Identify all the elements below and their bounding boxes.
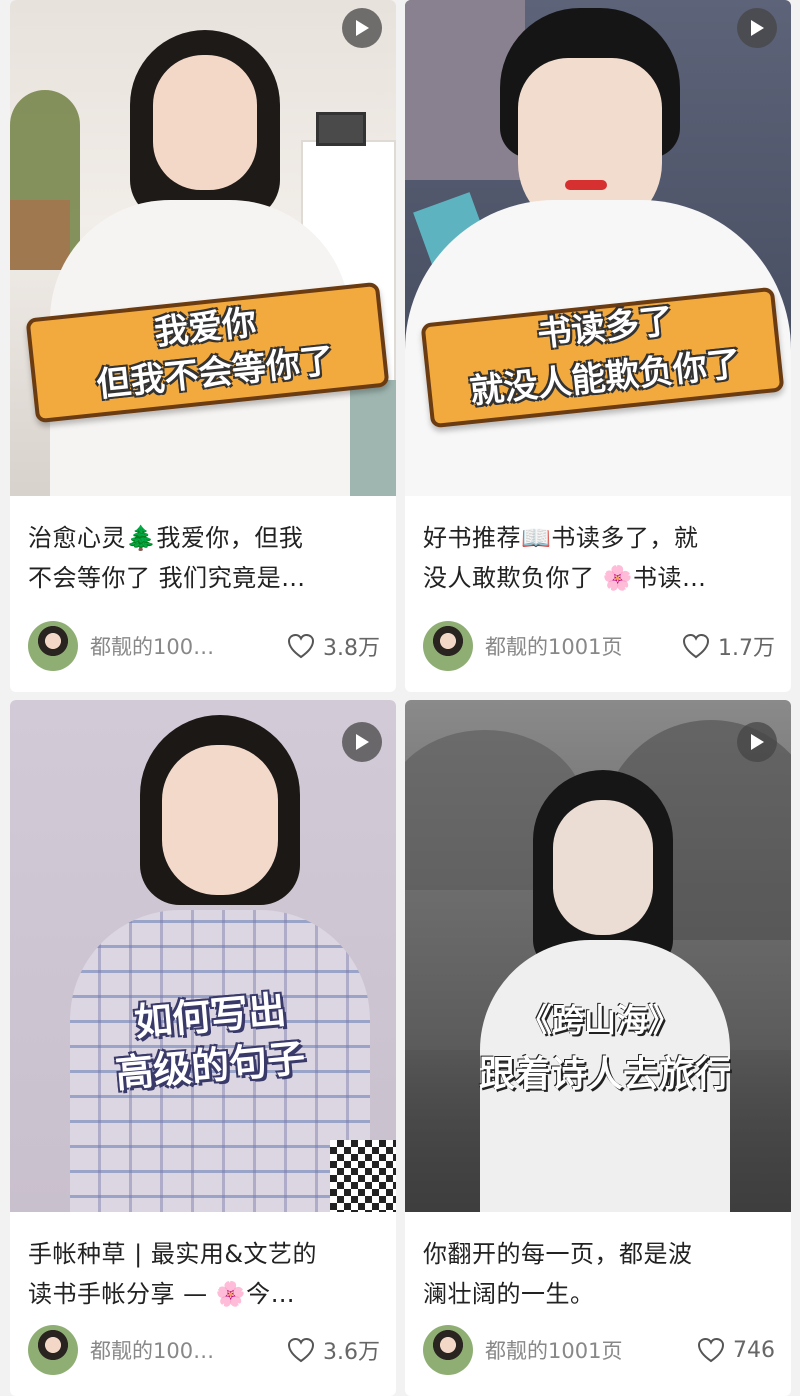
like-button[interactable]: 1.7万	[682, 630, 775, 662]
video-card[interactable]: 《跨山海》 跟着诗人去旅行 你翻开的每一页，都是波 澜壮阔的一生。 都靓的100…	[405, 700, 791, 1396]
video-thumbnail[interactable]: 我爱你 但我不会等你了	[10, 0, 396, 496]
heart-outline-icon	[682, 633, 710, 659]
like-count: 3.6万	[323, 1340, 380, 1365]
video-title-line1: 好书推荐📖书读多了，就	[423, 524, 699, 552]
play-badge	[737, 722, 777, 762]
video-title-line1: 手帐种草 | 最实用&文艺的	[28, 1240, 318, 1268]
like-count: 3.8万	[323, 636, 380, 661]
video-thumbnail[interactable]: 《跨山海》 跟着诗人去旅行	[405, 700, 791, 1212]
like-button[interactable]: 3.6万	[287, 1334, 380, 1366]
avatar[interactable]	[28, 621, 78, 671]
video-title-line2: 读书手帐分享 — 🌸今…	[28, 1280, 296, 1308]
like-button[interactable]: 746	[697, 1337, 775, 1363]
heart-outline-icon	[287, 633, 315, 659]
play-icon	[751, 734, 764, 750]
thumbnail-caption-line2: 跟着诗人去旅行	[478, 1053, 731, 1095]
video-card[interactable]: 我爱你 但我不会等你了 治愈心灵🌲我爱你，但我 不会等你了 我们究竟是… 都靓的…	[10, 0, 396, 692]
video-title[interactable]: 你翻开的每一页，都是波 澜壮阔的一生。	[423, 1234, 773, 1314]
play-icon	[356, 734, 369, 750]
video-thumbnail[interactable]: 如何写出 高级的句子	[10, 700, 396, 1212]
like-button[interactable]: 3.8万	[287, 630, 380, 662]
like-count: 746	[733, 1337, 775, 1363]
avatar[interactable]	[423, 1325, 473, 1375]
video-title[interactable]: 手帐种草 | 最实用&文艺的 读书手帐分享 — 🌸今…	[28, 1234, 378, 1314]
video-title[interactable]: 治愈心灵🌲我爱你，但我 不会等你了 我们究竟是…	[28, 518, 378, 598]
video-title-line2: 澜壮阔的一生。	[423, 1280, 595, 1308]
card-meta: 都靓的100… 3.8万	[28, 620, 380, 672]
card-meta: 都靓的100… 3.6万	[28, 1324, 380, 1376]
video-title-line1: 你翻开的每一页，都是波	[423, 1240, 693, 1268]
play-icon	[356, 20, 369, 36]
video-thumbnail[interactable]: 书读多了 就没人能欺负你了	[405, 0, 791, 496]
card-meta: 都靓的1001页 1.7万	[423, 620, 775, 672]
like-count: 1.7万	[718, 636, 775, 661]
video-card[interactable]: 书读多了 就没人能欺负你了 好书推荐📖书读多了，就 没人敢欺负你了 🌸书读… 都…	[405, 0, 791, 692]
play-badge	[737, 8, 777, 48]
play-badge	[342, 8, 382, 48]
avatar[interactable]	[423, 621, 473, 671]
heart-outline-icon	[697, 1337, 725, 1363]
play-badge	[342, 722, 382, 762]
card-meta: 都靓的1001页 746	[423, 1324, 775, 1376]
play-icon	[751, 20, 764, 36]
video-title[interactable]: 好书推荐📖书读多了，就 没人敢欺负你了 🌸书读…	[423, 518, 773, 598]
video-title-line2: 不会等你了 我们究竟是…	[28, 564, 306, 592]
author-name[interactable]: 都靓的100…	[90, 631, 287, 661]
video-title-line1: 治愈心灵🌲我爱你，但我	[28, 524, 304, 552]
video-card[interactable]: 如何写出 高级的句子 手帐种草 | 最实用&文艺的 读书手帐分享 — 🌸今… 都…	[10, 700, 396, 1396]
avatar[interactable]	[28, 1325, 78, 1375]
author-name[interactable]: 都靓的1001页	[485, 631, 682, 661]
thumbnail-caption-line1: 《跨山海》	[519, 1001, 680, 1039]
video-title-line2: 没人敢欺负你了 🌸书读…	[423, 564, 707, 592]
author-name[interactable]: 都靓的1001页	[485, 1335, 697, 1365]
author-name[interactable]: 都靓的100…	[90, 1335, 287, 1365]
heart-outline-icon	[287, 1337, 315, 1363]
